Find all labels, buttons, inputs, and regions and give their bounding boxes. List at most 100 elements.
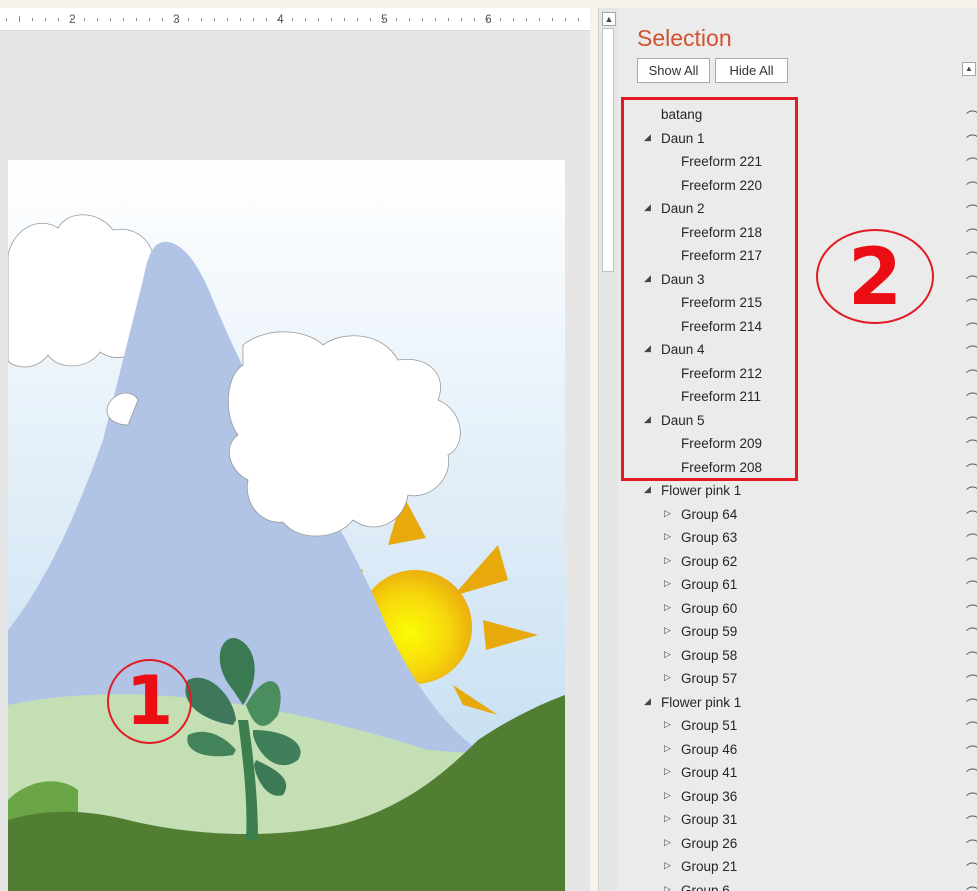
selection-item[interactable]: ▷ Group 59 ⌒ (618, 621, 977, 645)
expand-toggle-icon[interactable]: ▷ (664, 860, 674, 871)
eye-icon[interactable]: ⌒ (966, 624, 977, 643)
expand-toggle-icon[interactable]: ▷ (664, 813, 674, 824)
scroll-up-arrow-icon[interactable]: ▲ (602, 12, 616, 26)
eye-icon[interactable]: ⌒ (966, 342, 977, 361)
ruler-tick (357, 18, 358, 21)
selection-item[interactable]: ▷ Group 58 ⌒ (618, 645, 977, 669)
eye-icon[interactable]: ⌒ (966, 671, 977, 690)
slide[interactable]: 1 (8, 160, 565, 891)
expand-toggle-icon[interactable]: ▷ (664, 531, 674, 542)
eye-icon[interactable]: ⌒ (966, 695, 977, 714)
selection-item[interactable]: ▷ Group 51 ⌒ (618, 715, 977, 739)
selection-item-label: Group 36 (681, 788, 738, 804)
eye-icon[interactable]: ⌒ (966, 131, 977, 150)
selection-item[interactable]: ▷ Group 46 ⌒ (618, 739, 977, 763)
ruler-tick (175, 18, 176, 21)
ruler-tick (344, 18, 345, 21)
expand-toggle-icon[interactable]: ▷ (664, 602, 674, 613)
selection-item[interactable]: ▷ Group 60 ⌒ (618, 598, 977, 622)
eye-icon[interactable]: ⌒ (966, 107, 977, 126)
selection-item[interactable]: ▷ Group 21 ⌒ (618, 856, 977, 880)
eye-icon[interactable]: ⌒ (966, 507, 977, 526)
scroll-thumb[interactable] (602, 28, 614, 272)
show-all-button[interactable]: Show All (637, 58, 710, 83)
ruler-tick (71, 18, 72, 21)
selection-item[interactable]: ▷ Group 41 ⌒ (618, 762, 977, 786)
expand-toggle-icon[interactable]: ▷ (664, 672, 674, 683)
ruler-tick (370, 18, 371, 21)
eye-icon[interactable]: ⌒ (966, 836, 977, 855)
eye-icon[interactable]: ⌒ (966, 718, 977, 737)
eye-icon[interactable]: ⌒ (966, 319, 977, 338)
expand-toggle-icon[interactable]: ▷ (664, 743, 674, 754)
collapse-toggle-icon[interactable]: ◢ (644, 484, 654, 495)
selection-item[interactable]: ▷ Group 26 ⌒ (618, 833, 977, 857)
expand-toggle-icon[interactable]: ▷ (664, 790, 674, 801)
eye-icon[interactable]: ⌒ (966, 765, 977, 784)
ruler-tick (240, 18, 241, 21)
eye-icon[interactable]: ⌒ (966, 436, 977, 455)
slide-vertical-scrollbar[interactable]: ▲ (598, 8, 618, 891)
eye-icon[interactable]: ⌒ (966, 460, 977, 479)
eye-icon[interactable]: ⌒ (966, 554, 977, 573)
ruler-tick (266, 18, 267, 21)
hide-all-button[interactable]: Hide All (715, 58, 788, 83)
eye-icon[interactable]: ⌒ (966, 201, 977, 220)
eye-icon[interactable]: ⌒ (966, 225, 977, 244)
eye-icon[interactable]: ⌒ (966, 366, 977, 385)
selection-item-label: Group 63 (681, 530, 738, 545)
ruler-tick (97, 18, 98, 21)
eye-icon[interactable]: ⌒ (966, 789, 977, 808)
selection-item[interactable]: ▷ Group 63 ⌒ (618, 527, 977, 551)
collapse-toggle-icon[interactable]: ◢ (644, 696, 654, 707)
selection-item[interactable]: ▷ Group 6 ⌒ (618, 880, 977, 891)
selection-item[interactable]: ◢ Flower pink 1 ⌒ (618, 480, 977, 504)
selection-item[interactable]: ◢ Flower pink 1 ⌒ (618, 692, 977, 716)
selection-item[interactable]: ▷ Group 62 ⌒ (618, 551, 977, 575)
ruler-tick (487, 18, 488, 21)
ruler-tick (513, 18, 514, 21)
eye-icon[interactable]: ⌒ (966, 272, 977, 291)
eye-icon[interactable]: ⌒ (966, 859, 977, 878)
selection-item-label: Group 31 (681, 812, 738, 827)
eye-icon[interactable]: ⌒ (966, 530, 977, 549)
ruler-tick (578, 18, 579, 21)
eye-icon[interactable]: ⌒ (966, 883, 977, 891)
eye-icon[interactable]: ⌒ (966, 154, 977, 173)
expand-toggle-icon[interactable]: ▷ (664, 508, 674, 519)
bring-forward-arrow-icon[interactable]: ▲ (962, 62, 976, 76)
ruler-tick (6, 18, 7, 21)
eye-icon[interactable]: ⌒ (966, 389, 977, 408)
expand-toggle-icon[interactable]: ▷ (664, 555, 674, 566)
ruler-tick (383, 18, 384, 21)
ruler-tick (422, 18, 423, 21)
selection-item-label: Group 26 (681, 835, 738, 851)
eye-icon[interactable]: ⌒ (966, 295, 977, 314)
expand-toggle-icon[interactable]: ▷ (664, 884, 674, 891)
selection-item[interactable]: ▷ Group 61 ⌒ (618, 574, 977, 598)
ruler-number: 5 (381, 12, 388, 26)
eye-icon[interactable]: ⌒ (966, 483, 977, 502)
eye-icon[interactable]: ⌒ (966, 178, 977, 197)
expand-toggle-icon[interactable]: ▷ (664, 719, 674, 730)
eye-icon[interactable]: ⌒ (966, 413, 977, 432)
eye-icon[interactable]: ⌒ (966, 812, 977, 831)
eye-icon[interactable]: ⌒ (966, 601, 977, 620)
expand-toggle-icon[interactable]: ▷ (664, 625, 674, 636)
expand-toggle-icon[interactable]: ▷ (664, 837, 674, 848)
expand-toggle-icon[interactable]: ▷ (664, 766, 674, 777)
expand-toggle-icon[interactable]: ▷ (664, 649, 674, 660)
ruler-tick (123, 18, 124, 21)
eye-icon[interactable]: ⌒ (966, 648, 977, 667)
selection-item-label: Group 6 (681, 882, 730, 891)
horizontal-ruler: 2 3 4 5 6 (0, 8, 590, 31)
expand-toggle-icon[interactable]: ▷ (664, 578, 674, 589)
selection-item[interactable]: ▷ Group 31 ⌒ (618, 809, 977, 833)
eye-icon[interactable]: ⌒ (966, 742, 977, 761)
selection-item[interactable]: ▷ Group 57 ⌒ (618, 668, 977, 692)
eye-icon[interactable]: ⌒ (966, 248, 977, 267)
eye-icon[interactable]: ⌒ (966, 577, 977, 596)
selection-item[interactable]: ▷ Group 64 ⌒ (618, 504, 977, 528)
ruler-tick (149, 18, 150, 21)
selection-item[interactable]: ▷ Group 36 ⌒ (618, 786, 977, 810)
